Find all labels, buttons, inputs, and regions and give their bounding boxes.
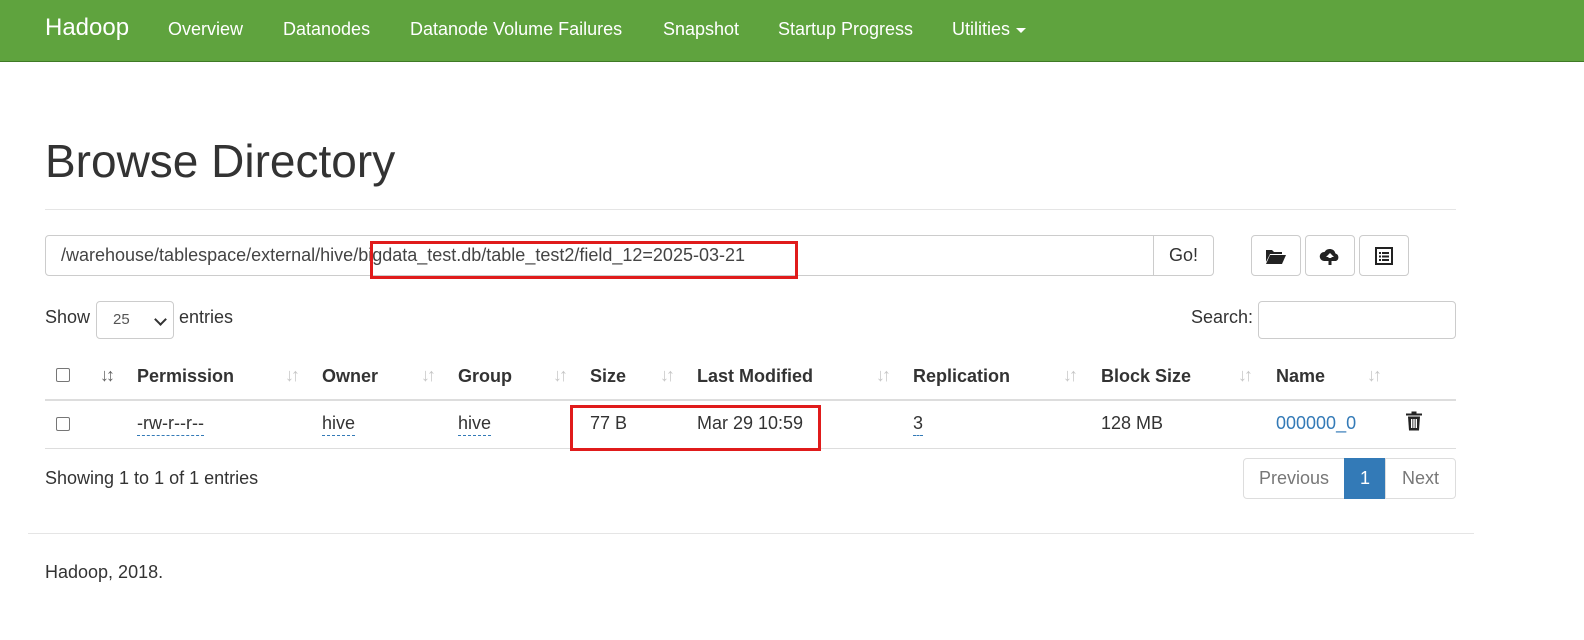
caret-down-icon <box>1016 27 1027 33</box>
sort-icon[interactable]: ↓↑ <box>1238 365 1253 386</box>
path-prefix: /warehouse/tablespace/external/hive <box>61 245 354 265</box>
header-owner[interactable]: Owner <box>322 366 378 387</box>
sort-icon[interactable]: ↓↑ <box>876 365 891 386</box>
cell-group[interactable]: hive <box>458 413 492 436</box>
nav-datanodes[interactable]: Datanodes <box>283 19 370 40</box>
footer-divider <box>28 533 1474 534</box>
upload-file-button[interactable] <box>1305 235 1355 276</box>
delete-button[interactable] <box>1405 411 1423 436</box>
header-last-modified[interactable]: Last Modified <box>697 366 813 387</box>
cell-replication[interactable]: 3 <box>913 413 924 436</box>
header-group[interactable]: Group <box>458 366 512 387</box>
search-input[interactable] <box>1258 301 1456 339</box>
group-value: hive <box>458 413 492 436</box>
show-label: Show <box>45 307 91 327</box>
footer-text: Hadoop, 2018. <box>45 562 164 582</box>
replication-value: 3 <box>913 413 924 436</box>
sort-icon[interactable]: ↓↑ <box>421 365 436 386</box>
showing-entries-info: Showing 1 to 1 of 1 entries <box>45 468 259 488</box>
cut-paste-button[interactable] <box>1359 235 1409 276</box>
trash-icon <box>1406 411 1422 431</box>
nav-datanode-volume-failures[interactable]: Datanode Volume Failures <box>410 19 622 40</box>
select-all-checkbox[interactable] <box>56 368 70 382</box>
pagination-previous[interactable]: Previous <box>1243 458 1345 499</box>
folder-open-icon <box>1266 249 1286 264</box>
list-icon <box>1375 246 1393 265</box>
header-size[interactable]: Size <box>590 366 626 387</box>
create-directory-button[interactable] <box>1251 235 1301 276</box>
sort-icon[interactable]: ↓↑ <box>285 365 300 386</box>
navbar: Hadoop Overview Datanodes Datanode Volum… <box>0 0 1584 62</box>
header-name[interactable]: Name <box>1276 366 1325 387</box>
sort-icon[interactable]: ↓↑ <box>660 365 675 386</box>
page-title: Browse Directory <box>45 135 396 187</box>
table-row-divider <box>45 448 1456 449</box>
nav-snapshot[interactable]: Snapshot <box>663 19 739 40</box>
entries-selected-value: 25 <box>113 311 130 328</box>
pagination-page-1[interactable]: 1 <box>1344 458 1386 499</box>
pagination-next[interactable]: Next <box>1385 458 1456 499</box>
go-button[interactable]: Go! <box>1153 235 1214 276</box>
nav-startup-progress[interactable]: Startup Progress <box>778 19 913 40</box>
entries-per-page-select[interactable]: 25 <box>96 301 174 339</box>
cell-last-modified: Mar 29 10:59 <box>697 413 804 433</box>
header-replication[interactable]: Replication <box>913 366 1010 387</box>
sort-icon[interactable]: ↓↑ <box>1063 365 1078 386</box>
nav-utilities-dropdown[interactable]: Utilities <box>952 19 1027 40</box>
cell-size: 77 B <box>590 413 628 433</box>
brand-link[interactable]: Hadoop <box>45 14 129 42</box>
file-name-link[interactable]: 000000_0 <box>1276 413 1356 434</box>
header-permission[interactable]: Permission <box>137 366 234 387</box>
cell-permission[interactable]: -rw-r--r-- <box>137 413 204 436</box>
nav-overview[interactable]: Overview <box>168 19 243 40</box>
cloud-upload-icon <box>1319 248 1339 265</box>
header-block-size[interactable]: Block Size <box>1101 366 1191 387</box>
permission-value: -rw-r--r-- <box>137 413 204 436</box>
entries-label: entries <box>179 307 234 327</box>
chevron-down-icon <box>154 313 167 326</box>
cell-block-size: 128 MB <box>1101 413 1164 433</box>
owner-value: hive <box>322 413 356 436</box>
nav-utilities-label: Utilities <box>952 19 1011 39</box>
table-header-divider <box>45 399 1456 401</box>
path-suffix: /bigdata_test.db/table_test2/field_12=20… <box>353 245 745 265</box>
sort-icon[interactable]: ↓↑ <box>1367 365 1382 386</box>
title-divider <box>45 209 1456 210</box>
sort-icon[interactable]: ↓↑ <box>553 365 568 386</box>
cell-owner[interactable]: hive <box>322 413 356 436</box>
directory-path-input[interactable]: /warehouse/tablespace/external/hive/bigd… <box>45 235 1154 276</box>
sort-asc-icon[interactable]: ↓↕ <box>100 365 115 386</box>
search-label: Search: <box>1191 307 1254 327</box>
row-checkbox[interactable] <box>56 417 70 431</box>
